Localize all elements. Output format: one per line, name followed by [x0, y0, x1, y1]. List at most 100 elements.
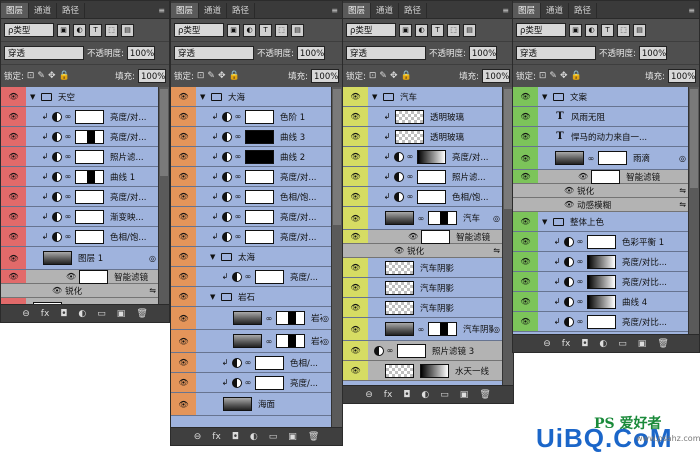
visibility-toggle[interactable]: 👁 — [171, 373, 196, 392]
filter-type-icon[interactable]: ▣ — [399, 23, 412, 37]
new-group-icon[interactable]: ▭ — [269, 432, 278, 442]
mask-thumbnail[interactable] — [75, 149, 104, 164]
visibility-toggle[interactable]: 👁 — [513, 312, 538, 331]
visibility-toggle[interactable]: 👁 — [171, 107, 196, 126]
layer-row[interactable]: 👁∞岩石◎ — [171, 330, 332, 353]
mask-thumbnail[interactable] — [245, 209, 274, 224]
layer-thumbnail[interactable] — [223, 397, 252, 411]
visibility-toggle[interactable]: 👁 — [513, 232, 538, 251]
layer-row[interactable]: 👁 ↲ ∞ 亮度/对... — [1, 127, 159, 147]
lock-icon[interactable]: 🔒 — [401, 71, 412, 81]
lock-icon[interactable]: ⊡ — [369, 71, 377, 81]
layer-row[interactable]: 👁 ↲ ∞ 色相/饱... — [171, 187, 332, 207]
filter-type-icon[interactable]: T — [431, 23, 444, 37]
visibility-toggle[interactable]: 👁 — [171, 330, 196, 352]
new-group-icon[interactable]: ▭ — [97, 309, 106, 319]
layer-row[interactable]: 👁 图层 1 ◎ — [1, 247, 159, 270]
layer-row[interactable]: 👁 ↲ ∞ 照片滤... — [1, 147, 159, 167]
visibility-toggle[interactable]: 👁 — [343, 341, 368, 360]
layer-row[interactable]: 👁 锐化 ⇋ — [343, 244, 503, 258]
delete-layer-icon[interactable]: 🗑 — [308, 432, 319, 442]
visibility-toggle[interactable]: 👁 — [343, 207, 368, 229]
smart-object-thumbnail[interactable] — [385, 322, 414, 336]
lock-icon[interactable]: 🔒 — [229, 71, 240, 81]
mask-thumbnail[interactable] — [428, 322, 457, 336]
lock-icon[interactable]: 🔒 — [571, 71, 582, 81]
visibility-toggle[interactable]: 👁 — [1, 207, 26, 226]
fill-input[interactable]: 100% — [138, 69, 166, 83]
visibility-toggle[interactable]: 👁 — [1, 107, 26, 126]
mask-thumbnail[interactable] — [587, 234, 616, 249]
collapse-arrow-icon[interactable]: ▼ — [542, 93, 550, 101]
layer-thumbnail[interactable] — [420, 363, 449, 378]
visibility-toggle[interactable]: 👁 — [171, 287, 196, 306]
mask-thumbnail[interactable] — [75, 209, 104, 224]
visibility-toggle[interactable]: 👁 — [171, 267, 196, 286]
visibility-toggle[interactable]: 👁 — [1, 187, 26, 206]
layer-row[interactable]: 👁 ▼ 汽车 — [343, 87, 503, 107]
layer-thumbnail[interactable] — [395, 109, 424, 124]
layer-row[interactable]: 👁∞汽车阴影◎ — [343, 318, 503, 341]
filter-type-icon[interactable]: ⬚ — [617, 23, 630, 37]
delete-layer-icon[interactable]: 🗑 — [479, 390, 490, 400]
tab-layers[interactable]: 图层 — [1, 3, 30, 18]
new-group-icon[interactable]: ▭ — [618, 339, 627, 349]
layer-row[interactable]: 👁 汽车阴影 — [343, 298, 503, 318]
layer-row[interactable]: 👁 ↲ ∞ 色彩平衡 1 — [513, 232, 689, 252]
layer-row[interactable]: 👁 ▼ 整体上色 — [513, 212, 689, 232]
visibility-toggle[interactable]: 👁 — [343, 230, 368, 243]
mask-thumbnail[interactable] — [397, 343, 426, 358]
visibility-toggle[interactable] — [343, 244, 368, 257]
mask-thumbnail[interactable] — [587, 294, 616, 309]
filter-type-icon[interactable]: ▤ — [291, 23, 304, 37]
new-layer-icon[interactable]: ▣ — [638, 339, 647, 349]
fx-icon[interactable]: fx — [562, 339, 571, 349]
layer-row[interactable]: 👁 ↲ ∞ 亮度/对... — [1, 107, 159, 127]
tab-layers[interactable]: 图层 — [343, 3, 372, 18]
scrollbar-thumb[interactable] — [504, 89, 512, 209]
visibility-toggle[interactable]: 👁 — [1, 167, 26, 186]
tab-layers[interactable]: 图层 — [513, 3, 542, 18]
scrollbar-thumb[interactable] — [160, 89, 168, 177]
tab-layers[interactable]: 图层 — [171, 3, 200, 18]
filter-type-icon[interactable]: ▣ — [569, 23, 582, 37]
layer-row[interactable]: 👁 ↲ ∞ 渐变映... — [1, 207, 159, 227]
panel-menu-icon[interactable]: ≡ — [684, 6, 699, 18]
layer-row[interactable]: 👁 ↲ ∞ 亮度/对比... — [513, 272, 689, 292]
kind-filter-select[interactable]: ρ类型 — [516, 23, 566, 37]
layer-row[interactable]: 👁 ▼ 岩石 — [171, 287, 332, 307]
layer-row[interactable]: 👁 ▼ 天空 — [1, 87, 159, 107]
panel-menu-icon[interactable]: ≡ — [498, 6, 513, 18]
mask-thumbnail[interactable] — [587, 274, 616, 289]
lock-icon[interactable]: ⊡ — [539, 71, 547, 81]
layer-thumbnail[interactable] — [395, 129, 424, 144]
smart-object-thumbnail[interactable] — [43, 251, 72, 265]
layers-scrollbar[interactable] — [688, 87, 699, 335]
delete-layer-icon[interactable]: 🗑 — [136, 309, 147, 319]
layer-row[interactable]: 👁 水天一线 — [343, 361, 503, 381]
layer-row[interactable]: 👁 ▼ 太海 — [171, 247, 332, 267]
mask-thumbnail[interactable] — [255, 269, 284, 284]
layer-row[interactable]: 👁 ↲ ∞ 亮度/对... — [171, 227, 332, 247]
mask-thumbnail[interactable] — [428, 211, 457, 225]
tab-channels[interactable]: 通道 — [29, 3, 58, 18]
mask-thumbnail[interactable] — [417, 149, 446, 164]
lock-icon[interactable]: ✎ — [37, 71, 45, 81]
lock-icon[interactable]: 🔒 — [59, 71, 70, 81]
layer-row[interactable]: 👁 ↲ ∞ 曲线 4 — [513, 292, 689, 312]
new-layer-icon[interactable]: ▣ — [288, 432, 297, 442]
fill-input[interactable]: 100% — [482, 69, 510, 83]
collapse-arrow-icon[interactable]: ▼ — [30, 93, 38, 101]
lock-icon[interactable]: ⊡ — [27, 71, 35, 81]
lock-icon[interactable]: ✎ — [549, 71, 557, 81]
scrollbar-thumb[interactable] — [333, 89, 341, 226]
tab-paths[interactable]: 路径 — [569, 3, 598, 18]
mask-thumbnail[interactable] — [276, 334, 305, 348]
mask-thumbnail[interactable] — [255, 375, 284, 390]
filter-type-icon[interactable]: ▤ — [463, 23, 476, 37]
layer-row[interactable]: 👁 ↲ ∞ 色阶 1 — [171, 107, 332, 127]
kind-filter-select[interactable]: ρ类型 — [346, 23, 396, 37]
layer-row[interactable]: 👁∞岩石◎ — [171, 307, 332, 330]
opacity-input[interactable]: 100% — [638, 46, 667, 60]
layer-row[interactable]: 👁 ↲ ∞ 亮度/对... — [171, 207, 332, 227]
